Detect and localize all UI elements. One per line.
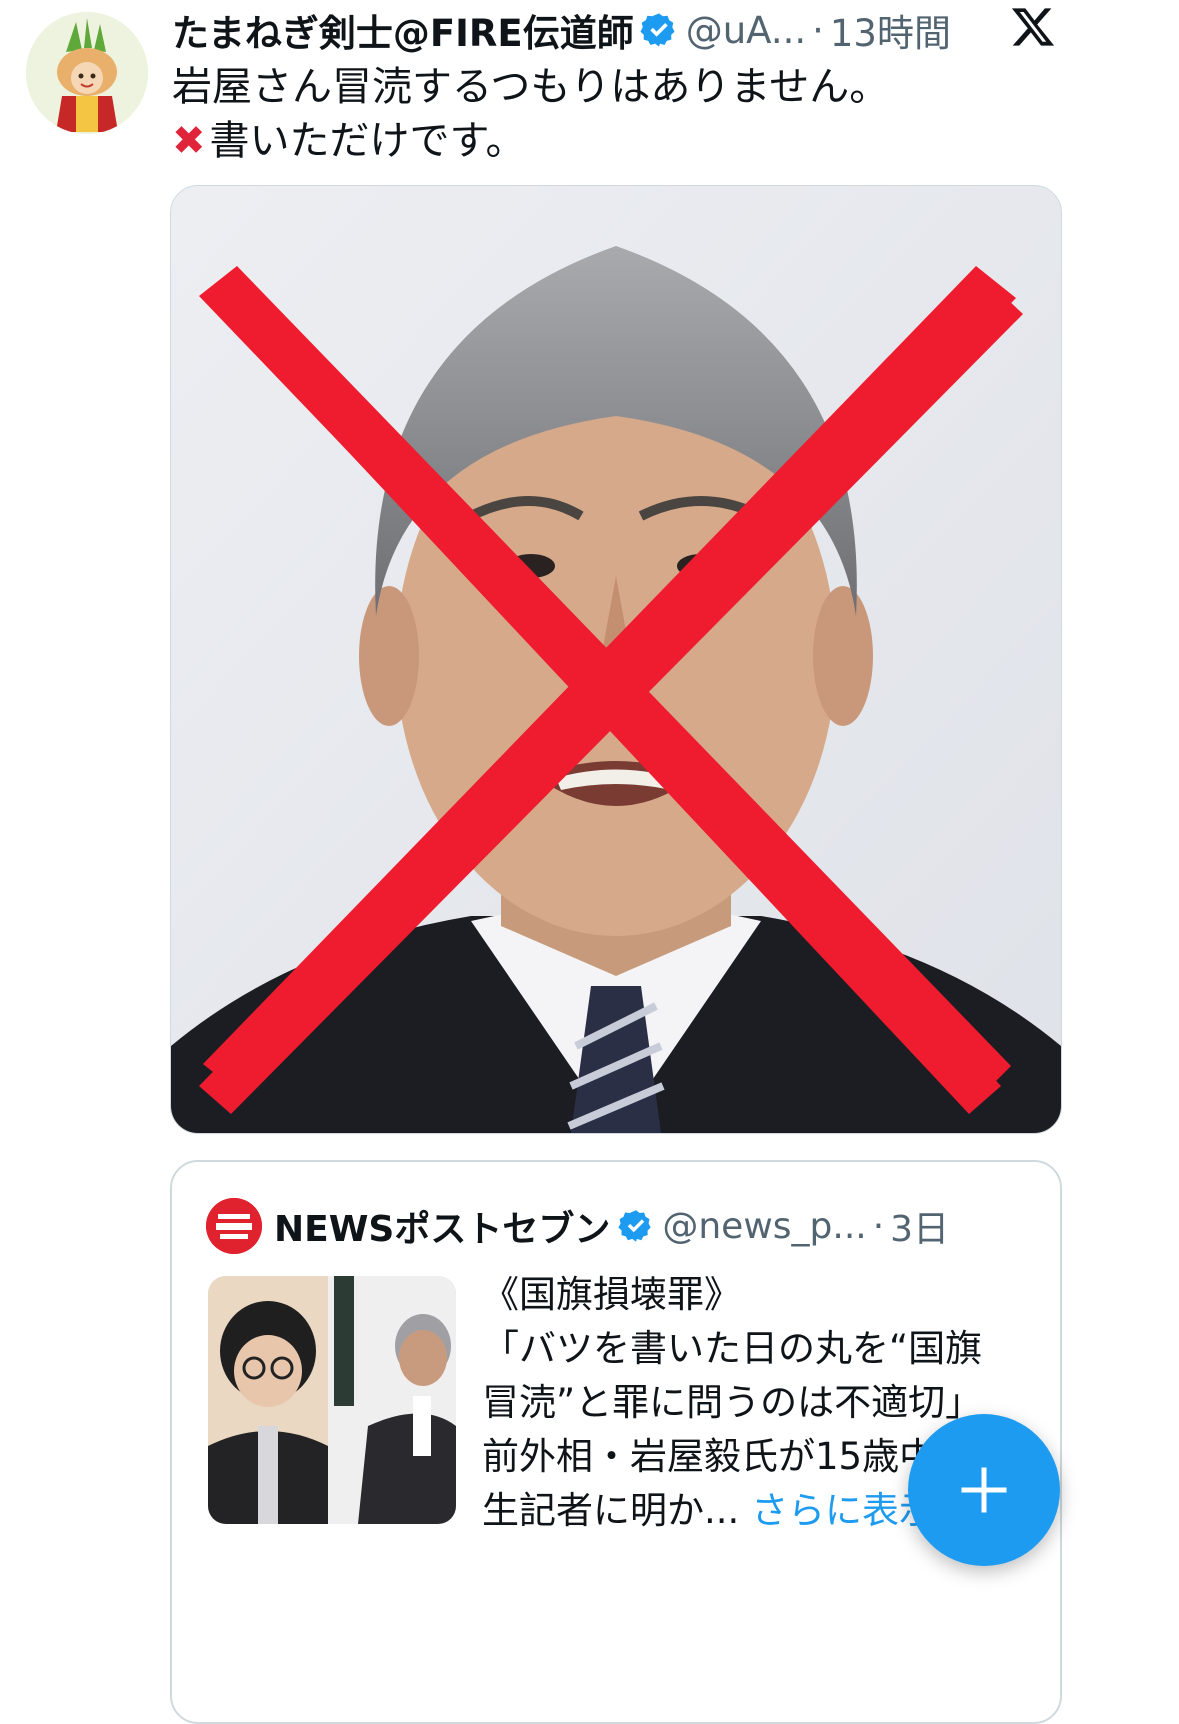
tweet-text: 岩屋さん冒涜するつもりはありません。 ✖ 書いただけです。 [172, 60, 1072, 168]
quoted-tweet-thumbnail[interactable] [208, 1276, 456, 1524]
compose-button[interactable] [908, 1414, 1060, 1566]
tweet-header: たまねぎ剣士@FIRE伝道師 @uA... · 13時間 [172, 2, 1072, 58]
author-avatar[interactable] [26, 12, 148, 134]
plus-icon [961, 1467, 1007, 1513]
tweet-text-line-1: 岩屋さん冒涜するつもりはありません。 [172, 64, 890, 110]
x-logo-icon[interactable] [1010, 4, 1056, 50]
quoted-text-line-1: 《国旗損壊罪》 [482, 1273, 741, 1316]
separator-dot: · [812, 8, 824, 52]
tweet-text-line-2: ✖ 書いただけです。 [172, 114, 1072, 168]
tweet-timestamp[interactable]: 13時間 [830, 3, 951, 57]
verified-badge-icon [618, 1208, 654, 1244]
cross-mark-icon: ✖ [172, 118, 206, 164]
quoted-separator-dot: · [872, 1205, 885, 1247]
author-handle[interactable]: @uA... [686, 9, 806, 52]
tweet-media-image[interactable] [170, 185, 1062, 1134]
quoted-tweet-header: NEWSポストセブン @news_p... · 3日 [206, 1198, 1046, 1254]
quoted-timestamp[interactable]: 3日 [890, 1200, 949, 1252]
quoted-author-handle[interactable]: @news_p... [662, 1206, 866, 1247]
quoted-author-name[interactable]: NEWSポストセブン [274, 1200, 610, 1252]
quoted-author-avatar[interactable] [206, 1198, 262, 1254]
quoted-text-line-5-body: 生記者に明か... [482, 1489, 740, 1532]
author-name[interactable]: たまねぎ剣士@FIRE伝道師 [172, 3, 634, 57]
verified-badge-icon [640, 11, 678, 49]
tweet-text-line-2-body: 書いただけです。 [209, 118, 526, 164]
quoted-text-line-2: 「バツを書いた日の丸を“国旗 [482, 1327, 983, 1370]
